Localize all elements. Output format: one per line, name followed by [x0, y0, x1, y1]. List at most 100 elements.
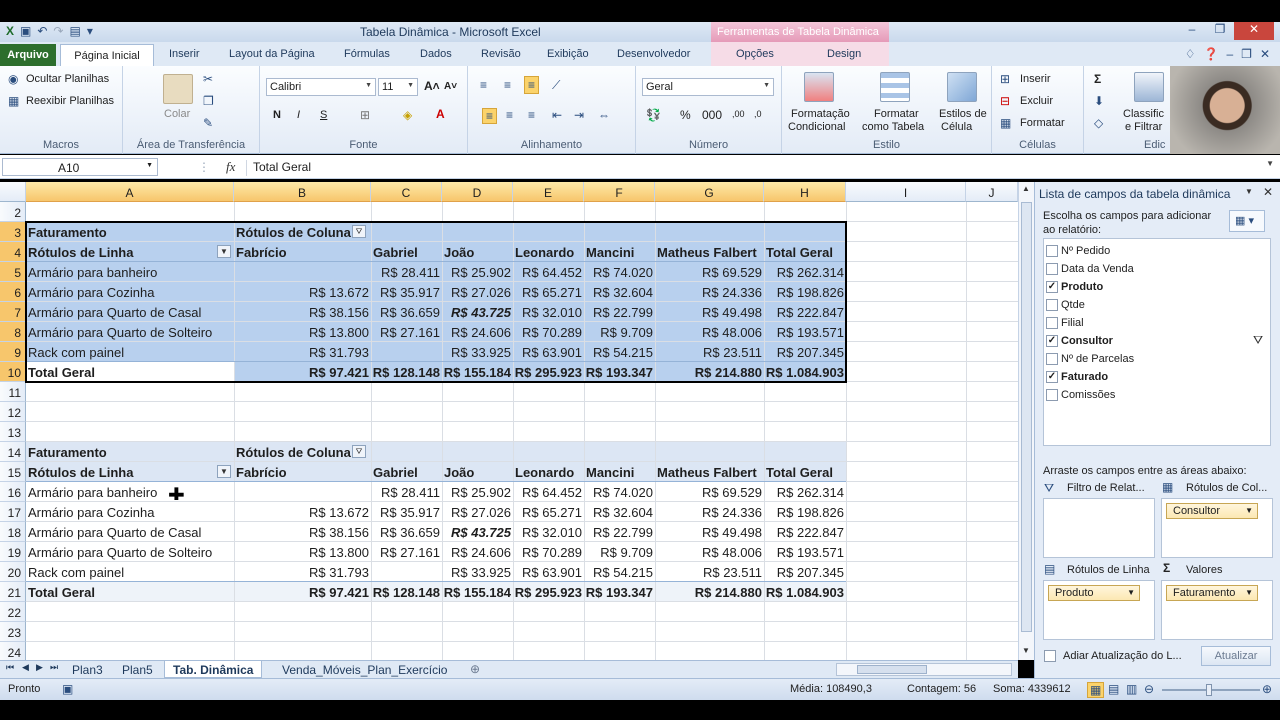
cut-icon[interactable]: ✂	[203, 72, 213, 86]
align-center-icon[interactable]: ≡	[506, 108, 513, 122]
pivot2-value-cell[interactable]: R$ 24.336	[655, 502, 764, 522]
sheet-tab-plan5[interactable]: Plan5	[114, 661, 161, 678]
row-header-12[interactable]: 12	[0, 402, 26, 422]
pivot2-value-cell[interactable]: R$ 27.026	[442, 502, 513, 522]
pivot1-row-labels[interactable]: Rótulos de Linha	[26, 242, 234, 262]
pivot2-value-cell[interactable]	[234, 482, 371, 502]
report-filter-area[interactable]	[1043, 498, 1155, 558]
help-icon[interactable]: ❓	[1204, 47, 1219, 61]
pivot1-row-label[interactable]: Armário para Quarto de Solteiro	[26, 322, 234, 342]
pane-options-icon[interactable]: ▼	[1245, 187, 1253, 196]
cond-format-label-1[interactable]: Formatação	[791, 108, 850, 120]
insert-cells-button[interactable]: Inserir	[1020, 73, 1051, 85]
pivot1-value-cell[interactable]: R$ 69.529	[655, 262, 764, 282]
pivot2-row-label[interactable]: Armário para banheiro	[26, 482, 234, 502]
pivot1-total-label[interactable]: Total Geral	[26, 362, 234, 382]
clear-icon[interactable]: ◇	[1094, 116, 1103, 130]
pivot1-value-cell[interactable]: R$ 74.020	[584, 262, 655, 282]
cell-styles-icon[interactable]	[947, 72, 977, 102]
pivot2-value-cell[interactable]: R$ 38.156	[234, 522, 371, 542]
filter-dropdown-icon[interactable]: ▼	[217, 465, 231, 478]
field-checkbox[interactable]	[1046, 245, 1058, 257]
pivot2-value-cell[interactable]: R$ 207.345	[764, 562, 846, 582]
faturamento-field-pill[interactable]: Faturamento ▼	[1166, 585, 1258, 601]
field-checkbox[interactable]: ✓	[1046, 371, 1058, 383]
sort-filter-label-1[interactable]: Classific	[1123, 108, 1164, 120]
format-as-table-label-1[interactable]: Formatar	[874, 108, 919, 120]
pivot2-total-cell[interactable]: R$ 155.184	[442, 582, 513, 602]
tab-page-layout[interactable]: Layout da Página	[229, 48, 315, 60]
sheet-tab-plan3[interactable]: Plan3	[64, 661, 111, 678]
tab-home[interactable]: Página Inicial	[60, 44, 154, 66]
pivot1-value-cell[interactable]: R$ 22.799	[584, 302, 655, 322]
pivot1-value-cell[interactable]: R$ 33.925	[442, 342, 513, 362]
tab-insert[interactable]: Inserir	[169, 48, 200, 60]
pivot2-header-5[interactable]: Matheus Falbert	[655, 462, 764, 482]
name-box-dropdown-icon[interactable]: ▼	[146, 162, 153, 169]
font-name-combo[interactable]: Calibri ▼	[266, 78, 376, 96]
column-filter-icon[interactable]: ⛛	[352, 445, 366, 458]
doc-restore-icon[interactable]: ❐	[1241, 47, 1252, 61]
sheet-nav-last-icon[interactable]: ⏭	[50, 662, 58, 673]
pivot2-value-cell[interactable]: R$ 9.709	[584, 542, 655, 562]
tab-view[interactable]: Exibição	[547, 48, 589, 60]
sheet-nav-prev-icon[interactable]: ◀	[22, 662, 29, 673]
format-as-table-label-2[interactable]: como Tabela	[862, 121, 924, 133]
pivot1-value-cell[interactable]: R$ 48.006	[655, 322, 764, 342]
orientation-icon[interactable]: ⟋	[552, 78, 560, 93]
row-header-2[interactable]: 2	[0, 202, 26, 222]
redo-icon[interactable]: ↷	[53, 24, 63, 38]
update-button[interactable]: Atualizar	[1201, 646, 1271, 666]
pivot1-value-cell[interactable]: R$ 9.709	[584, 322, 655, 342]
column-header-b[interactable]: B	[234, 182, 371, 202]
pivot1-value-cell[interactable]: R$ 207.345	[764, 342, 846, 362]
copy-icon[interactable]: ❐	[203, 94, 214, 108]
pivot2-header-4[interactable]: Mancini	[584, 462, 655, 482]
paste-icon[interactable]	[163, 74, 193, 104]
page-layout-view-icon[interactable]: ▤	[1108, 682, 1119, 696]
scroll-down-icon[interactable]: ▼	[1022, 646, 1030, 655]
pivot2-value-cell[interactable]: R$ 48.006	[655, 542, 764, 562]
row-header-18[interactable]: 18	[0, 522, 26, 542]
pivot1-value-cell[interactable]: R$ 23.511	[655, 342, 764, 362]
font-size-combo[interactable]: 11 ▼	[378, 78, 418, 96]
shrink-font-icon[interactable]: A˅	[444, 81, 457, 92]
row-header-4[interactable]: 4	[0, 242, 26, 262]
pivot2-value-cell[interactable]: R$ 74.020	[584, 482, 655, 502]
font-color-icon[interactable]: A	[436, 107, 445, 121]
align-middle-icon[interactable]: ≡	[504, 78, 511, 92]
show-sheets-button[interactable]: Reexibir Planilhas	[26, 95, 114, 107]
autosum-icon[interactable]: Σ	[1094, 72, 1101, 86]
pivot2-value-cell[interactable]: R$ 63.901	[513, 562, 584, 582]
decrease-indent-icon[interactable]: ⇤	[552, 108, 562, 122]
minimize-ribbon-icon[interactable]: ♢	[1185, 47, 1196, 61]
row-header-13[interactable]: 13	[0, 422, 26, 442]
pivot1-value-cell[interactable]: R$ 49.498	[655, 302, 764, 322]
pivot2-value-cell[interactable]: R$ 64.452	[513, 482, 584, 502]
column-header-g[interactable]: G	[655, 182, 764, 202]
field-checkbox[interactable]	[1046, 389, 1058, 401]
row-header-21[interactable]: 21	[0, 582, 26, 602]
zoom-in-icon[interactable]: ⊕	[1262, 682, 1272, 696]
pivot2-value-cell[interactable]: R$ 198.826	[764, 502, 846, 522]
tab-data[interactable]: Dados	[420, 48, 452, 60]
cell-styles-label-2[interactable]: Célula	[941, 121, 972, 133]
field-checkbox[interactable]	[1046, 353, 1058, 365]
field-list-layout-button[interactable]: ▦ ▾	[1229, 210, 1265, 232]
pivot2-value-cell[interactable]: R$ 32.604	[584, 502, 655, 522]
pivot1-header-fabricio[interactable]: Fabrício	[234, 242, 371, 262]
pivot2-value-cell[interactable]: R$ 49.498	[655, 522, 764, 542]
increase-indent-icon[interactable]: ⇥	[574, 108, 584, 122]
tab-design[interactable]: Design	[827, 48, 861, 60]
sheet-tab-tab-dinamica[interactable]: Tab. Dinâmica	[164, 661, 263, 678]
dropdown-arrow-icon[interactable]: ▼	[1245, 588, 1253, 597]
pivot2-total-cell[interactable]: R$ 295.923	[513, 582, 584, 602]
horizontal-scrollbar[interactable]	[836, 663, 1012, 676]
column-header-a[interactable]: A	[26, 182, 234, 202]
row-header-7[interactable]: 7	[0, 302, 26, 322]
pivot2-value-cell[interactable]: R$ 22.799	[584, 522, 655, 542]
sheet-nav-next-icon[interactable]: ▶	[36, 662, 43, 673]
decrease-decimal-icon[interactable]: ,0	[754, 109, 762, 119]
align-top-icon[interactable]: ≡	[480, 78, 487, 92]
sort-filter-icon[interactable]	[1134, 72, 1164, 102]
